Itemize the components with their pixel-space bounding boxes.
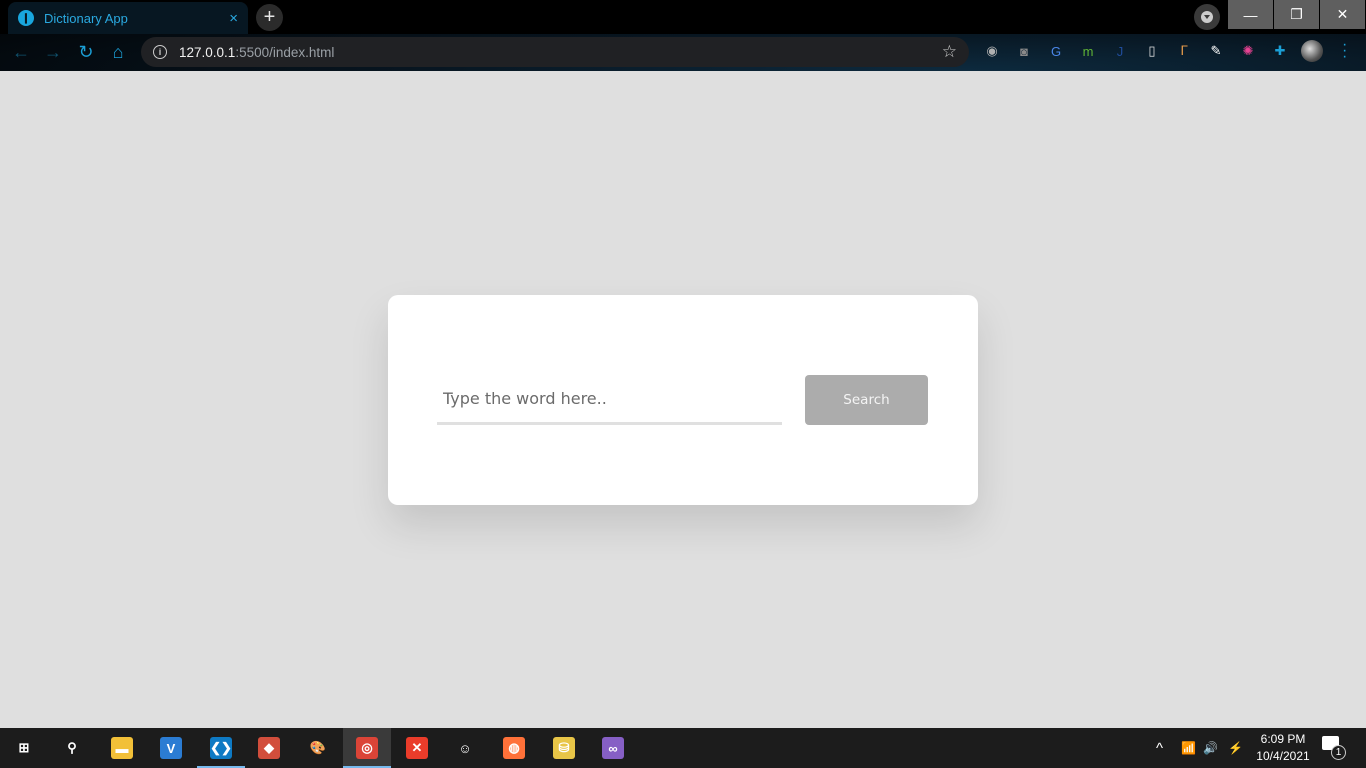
- profile-avatar[interactable]: [1301, 40, 1323, 62]
- color-wheel-icon[interactable]: ✺: [1239, 42, 1257, 60]
- clock-time: 6:09 PM: [1260, 732, 1306, 746]
- start-windows-icon: ⊞: [18, 740, 30, 755]
- taskbar: ⊞ ⚲ ▬ V ❮❯ ◆ 🎨 ◎ ✕ ☺ ◍ ⛁ ∞ ^ 📶 🔊 ⚡ 6:09 PM 10/4/2021…: [0, 728, 1366, 768]
- close-window-button[interactable]: ✕: [1320, 0, 1365, 29]
- taskbar-firefox[interactable]: ◍: [490, 728, 538, 768]
- taskbar-xampp[interactable]: ✕: [393, 728, 441, 768]
- tab-title: Dictionary App: [44, 10, 128, 26]
- bookmark-star-icon[interactable]: ☆: [942, 42, 957, 62]
- taskbar-visual-studio[interactable]: ∞: [589, 728, 637, 768]
- battery-icon[interactable]: ⚡: [1228, 728, 1243, 768]
- back-button[interactable]: ←: [10, 41, 32, 63]
- taskbar-search[interactable]: ⚲: [48, 728, 96, 768]
- word-search-input[interactable]: [437, 375, 782, 425]
- camera-icon[interactable]: ◙: [1015, 42, 1033, 60]
- office-icon: V: [160, 737, 182, 759]
- show-hidden-icons-chevron[interactable]: ^: [1156, 728, 1163, 768]
- notification-count-badge: 1: [1331, 745, 1346, 760]
- smiley-app-icon: ☺: [458, 740, 472, 756]
- home-button[interactable]: ⌂: [107, 41, 129, 63]
- restore-button[interactable]: ❐: [1274, 0, 1319, 29]
- visual-studio-icon: ∞: [602, 737, 624, 759]
- color-picker-icon[interactable]: ✎: [1207, 42, 1225, 60]
- t-extension-icon[interactable]: ᒥ: [1175, 42, 1193, 60]
- search-card: Search: [388, 295, 978, 505]
- taskbar-vscode[interactable]: ❮❯: [197, 728, 245, 768]
- taskbar-start-windows[interactable]: ⊞: [0, 728, 48, 768]
- tab-search-button[interactable]: [1194, 4, 1220, 30]
- taskbar-database-tool[interactable]: ⛁: [540, 728, 588, 768]
- taskbar-paint[interactable]: 🎨: [294, 728, 342, 768]
- wifi-icon[interactable]: 📶: [1181, 728, 1196, 768]
- taskbar-git[interactable]: ◆: [245, 728, 293, 768]
- database-tool-icon: ⛁: [553, 737, 575, 759]
- tab-dictionary-app[interactable]: ❙ Dictionary App ×: [8, 2, 248, 34]
- browser-menu-icon[interactable]: · · ·: [1342, 37, 1347, 65]
- clock-date: 10/4/2021: [1256, 749, 1310, 763]
- url-path: :5500/index.html: [235, 44, 335, 60]
- screenshot-camera-icon[interactable]: ◉: [983, 42, 1001, 60]
- paint-icon: 🎨: [309, 740, 327, 755]
- taskbar-file-explorer[interactable]: ▬: [98, 728, 146, 768]
- tab-close-icon[interactable]: ×: [229, 10, 238, 27]
- volume-icon[interactable]: 🔊: [1203, 728, 1218, 768]
- site-info-icon[interactable]: i: [153, 45, 167, 59]
- minimize-button[interactable]: —: [1228, 0, 1273, 29]
- monster-icon[interactable]: m: [1079, 42, 1097, 60]
- forward-button[interactable]: →: [42, 41, 64, 63]
- firefox-icon: ◍: [503, 737, 525, 759]
- google-translate-icon[interactable]: G: [1047, 42, 1065, 60]
- url-host: 127.0.0.1: [179, 44, 236, 60]
- dictionary-book-icon: ❙: [18, 10, 34, 26]
- taskbar-smiley-app[interactable]: ☺: [441, 728, 489, 768]
- taskbar-office[interactable]: V: [147, 728, 195, 768]
- clock[interactable]: 6:09 PM 10/4/2021: [1250, 731, 1316, 765]
- file-explorer-icon: ▬: [111, 737, 133, 759]
- vscode-icon: ❮❯: [210, 737, 232, 759]
- j-extension-icon[interactable]: J: [1111, 42, 1129, 60]
- device-frame-icon[interactable]: ▯: [1143, 42, 1161, 60]
- chrome-icon: ◎: [356, 737, 378, 759]
- address-bar[interactable]: i 127.0.0.1:5500/index.html ☆: [141, 37, 969, 67]
- new-tab-button[interactable]: +: [256, 4, 283, 31]
- taskbar-chrome[interactable]: ◎: [343, 728, 391, 768]
- extensions-puzzle-icon[interactable]: ✚: [1271, 42, 1289, 60]
- git-icon: ◆: [258, 737, 280, 759]
- search-icon: ⚲: [67, 740, 77, 755]
- browser-chrome: ❙ Dictionary App × + — ❐ ✕ ← → ↻ ⌂ i 127…: [0, 0, 1366, 71]
- reload-button[interactable]: ↻: [75, 41, 97, 63]
- xampp-icon: ✕: [406, 737, 428, 759]
- action-center-button[interactable]: 1: [1322, 736, 1346, 760]
- search-button[interactable]: Search: [805, 375, 928, 425]
- chevron-down-icon: [1201, 11, 1213, 23]
